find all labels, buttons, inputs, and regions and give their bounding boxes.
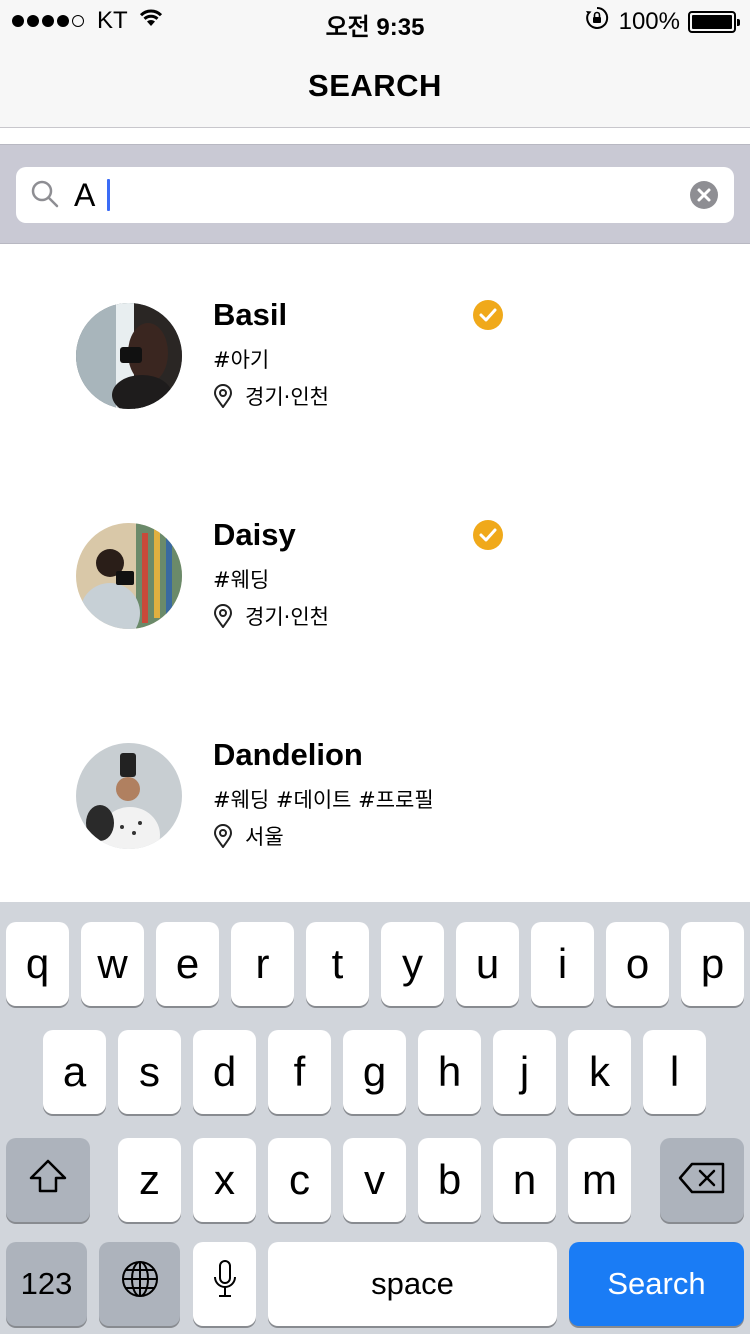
key-b[interactable]: b [418,1138,481,1222]
key-e[interactable]: e [156,922,219,1006]
list-item[interactable]: Dandelion #웨딩 #데이트 #프로필 서울 [0,685,750,905]
page-title: SEARCH [308,68,442,103]
location-label: 경기·인천 [245,605,329,629]
photographer-name: Daisy [213,517,296,552]
key-z[interactable]: z [118,1138,181,1222]
list-item[interactable]: Daisy #웨딩 경기·인천 [0,465,750,685]
search-key[interactable]: Search [569,1242,744,1326]
key-m[interactable]: m [568,1138,631,1222]
microphone-icon [212,1259,238,1309]
avatar [76,303,182,409]
key-s[interactable]: s [118,1030,181,1114]
key-n[interactable]: n [493,1138,556,1222]
location-label: 경기·인천 [245,385,329,409]
space-key[interactable]: space [268,1242,557,1326]
tag-list: #웨딩 #데이트 #프로필 [213,788,434,812]
avatar [76,743,182,849]
search-box[interactable] [16,167,734,223]
verified-badge-icon [473,300,503,335]
navigation-bar: SEARCH [0,40,750,128]
backspace-key[interactable] [660,1138,744,1222]
key-v[interactable]: v [343,1138,406,1222]
location-pin-icon [213,824,233,848]
location: 서울 [213,821,284,851]
key-h[interactable]: h [418,1030,481,1114]
key-g[interactable]: g [343,1030,406,1114]
search-bar-container [0,144,750,244]
location: 경기·인천 [213,601,329,631]
key-t[interactable]: t [306,922,369,1006]
globe-key[interactable] [99,1242,180,1326]
keyboard: q w e r t y u i o p a s d f g h j k l z … [0,902,750,1334]
clear-search-icon[interactable] [690,181,718,214]
list-item[interactable]: Basil #아기 경기·인천 [0,245,750,465]
key-u[interactable]: u [456,922,519,1006]
key-i[interactable]: i [531,922,594,1006]
backspace-icon [678,1156,726,1204]
battery-icon [688,10,740,33]
photographer-name: Basil [213,297,288,332]
status-bar: KT 오전 9:35 100% [0,0,750,41]
key-r[interactable]: r [231,922,294,1006]
result-list: Basil #아기 경기·인천 Daisy #웨딩 경기·인천 Dandelio… [0,245,750,905]
key-f[interactable]: f [268,1030,331,1114]
location-pin-icon [213,604,233,628]
search-input[interactable] [74,175,674,215]
tag-list: #웨딩 [213,568,270,592]
key-a[interactable]: a [43,1030,106,1114]
location: 경기·인천 [213,381,329,411]
key-j[interactable]: j [493,1030,556,1114]
battery-percent: 100% [618,7,680,35]
key-q[interactable]: q [6,922,69,1006]
avatar [76,523,182,629]
key-l[interactable]: l [643,1030,706,1114]
key-c[interactable]: c [268,1138,331,1222]
search-icon [30,179,60,214]
key-p[interactable]: p [681,922,744,1006]
key-x[interactable]: x [193,1138,256,1222]
photographer-name: Dandelion [213,737,363,772]
key-w[interactable]: w [81,922,144,1006]
rotation-lock-icon [585,6,609,37]
key-y[interactable]: y [381,922,444,1006]
location-label: 서울 [245,825,284,849]
key-o[interactable]: o [606,922,669,1006]
tag-list: #아기 [213,348,270,372]
location-pin-icon [213,384,233,408]
shift-key[interactable] [6,1138,90,1222]
shift-icon [28,1156,68,1204]
status-right: 100% [585,6,740,37]
numbers-key[interactable]: 123 [6,1242,87,1326]
verified-badge-icon [473,520,503,555]
text-cursor [107,179,110,211]
dictation-key[interactable] [193,1242,256,1326]
key-k[interactable]: k [568,1030,631,1114]
key-d[interactable]: d [193,1030,256,1114]
globe-icon [120,1259,160,1309]
